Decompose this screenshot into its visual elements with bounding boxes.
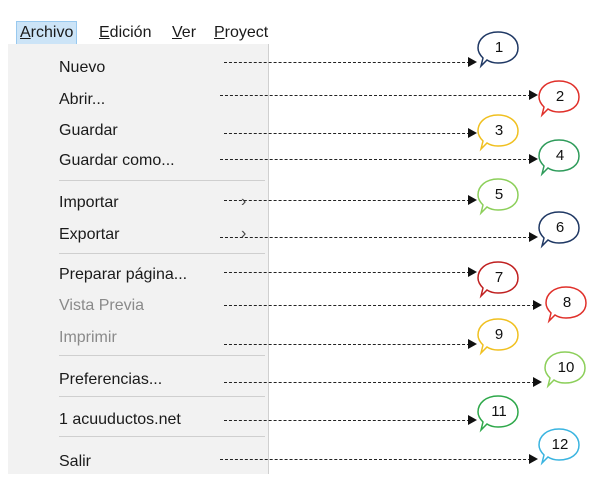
callout-bubble-11: 11 <box>476 394 522 436</box>
arrow-connector <box>224 377 542 387</box>
callout-number: 10 <box>557 359 575 376</box>
archivo-dropdown-menu: Nuevo Abrir... Guardar Guardar como... I… <box>8 44 269 474</box>
menu-item-nuevo[interactable]: Nuevo <box>8 53 268 83</box>
arrow-connector <box>224 415 477 425</box>
menu-mnemonic: E <box>99 24 110 41</box>
menu-item-abrir[interactable]: Abrir... <box>8 85 268 115</box>
menu-separator <box>59 355 265 356</box>
callout-bubble-12: 12 <box>537 427 583 469</box>
menu-item-exportar[interactable]: Exportar › <box>8 220 268 250</box>
menu-item-imprimir: Imprimir <box>8 323 268 353</box>
arrow-connector <box>224 128 477 138</box>
menu-item-preferencias[interactable]: Preferencias... <box>8 365 268 395</box>
callout-bubble-6: 6 <box>537 210 583 252</box>
menu-item-label: 1 acuuductos.net <box>59 411 181 428</box>
menu-mnemonic: A <box>20 24 31 41</box>
menu-separator <box>59 180 265 181</box>
menu-ver[interactable]: Ver <box>169 22 199 44</box>
menu-label: rchivo <box>30 24 74 41</box>
menu-item-label: Importar <box>59 194 119 211</box>
callout-number: 8 <box>562 294 572 311</box>
menu-separator <box>59 396 265 397</box>
arrow-connector <box>220 232 538 242</box>
menu-item-label: Vista Previa <box>59 297 145 314</box>
callout-bubble-7: 7 <box>476 260 522 302</box>
menu-label: dición <box>109 24 152 41</box>
menu-item-label: Guardar <box>59 122 118 139</box>
arrow-connector <box>220 154 538 164</box>
menu-item-label: Preparar página... <box>59 266 188 283</box>
menu-separator <box>59 253 265 254</box>
menu-label: royect <box>224 24 269 41</box>
menu-mnemonic: V <box>172 24 182 41</box>
arrow-connector <box>220 454 538 464</box>
arrow-connector <box>220 90 538 100</box>
callout-bubble-3: 3 <box>476 113 522 155</box>
callout-number: 6 <box>555 219 565 236</box>
callout-number: 7 <box>494 269 504 286</box>
menu-item-label: Exportar <box>59 226 120 243</box>
callout-number: 5 <box>494 186 504 203</box>
callout-bubble-9: 9 <box>476 317 522 359</box>
menu-item-label: Preferencias... <box>59 371 163 388</box>
callout-number: 12 <box>551 436 569 453</box>
arrow-connector <box>224 195 477 205</box>
menu-separator <box>59 436 265 437</box>
callout-bubble-8: 8 <box>544 285 590 327</box>
menu-edicion[interactable]: Edición <box>96 22 154 44</box>
menu-label: er <box>181 24 197 41</box>
callout-bubble-5: 5 <box>476 177 522 219</box>
callout-number: 3 <box>494 122 504 139</box>
callout-number: 11 <box>491 403 507 420</box>
arrow-connector <box>224 267 477 277</box>
menu-item-preparar-pagina[interactable]: Preparar página... <box>8 260 268 290</box>
callout-number: 9 <box>494 326 504 343</box>
menu-item-salir[interactable]: Salir <box>8 447 268 477</box>
callout-number: 1 <box>494 39 504 56</box>
arrow-connector <box>224 339 477 349</box>
callout-number: 2 <box>555 88 565 105</box>
menu-proyecto[interactable]: Proyect <box>211 22 270 44</box>
menu-item-label: Abrir... <box>59 91 106 108</box>
menu-bar: Archivo Edición Ver Proyect <box>8 19 270 45</box>
callout-number: 4 <box>555 147 565 164</box>
menu-archivo[interactable]: Archivo <box>16 21 78 45</box>
chevron-right-icon: › <box>241 225 247 242</box>
chevron-right-icon: › <box>241 193 247 210</box>
menu-item-label: Salir <box>59 453 92 470</box>
arrow-connector <box>224 300 542 310</box>
menu-item-label: Guardar como... <box>59 152 175 169</box>
menu-mnemonic: P <box>214 24 225 41</box>
menu-item-guardar-como[interactable]: Guardar como... <box>8 146 268 176</box>
menu-item-guardar[interactable]: Guardar <box>8 116 268 146</box>
menu-item-vista-previa: Vista Previa <box>8 291 268 321</box>
menu-item-label: Imprimir <box>59 329 117 346</box>
callout-bubble-1: 1 <box>476 30 522 72</box>
callout-bubble-10: 10 <box>543 350 589 392</box>
menu-item-importar[interactable]: Importar › <box>8 188 268 218</box>
arrow-connector <box>224 57 477 67</box>
menu-item-label: Nuevo <box>59 59 106 76</box>
callout-bubble-2: 2 <box>537 79 583 121</box>
callout-bubble-4: 4 <box>537 138 583 180</box>
